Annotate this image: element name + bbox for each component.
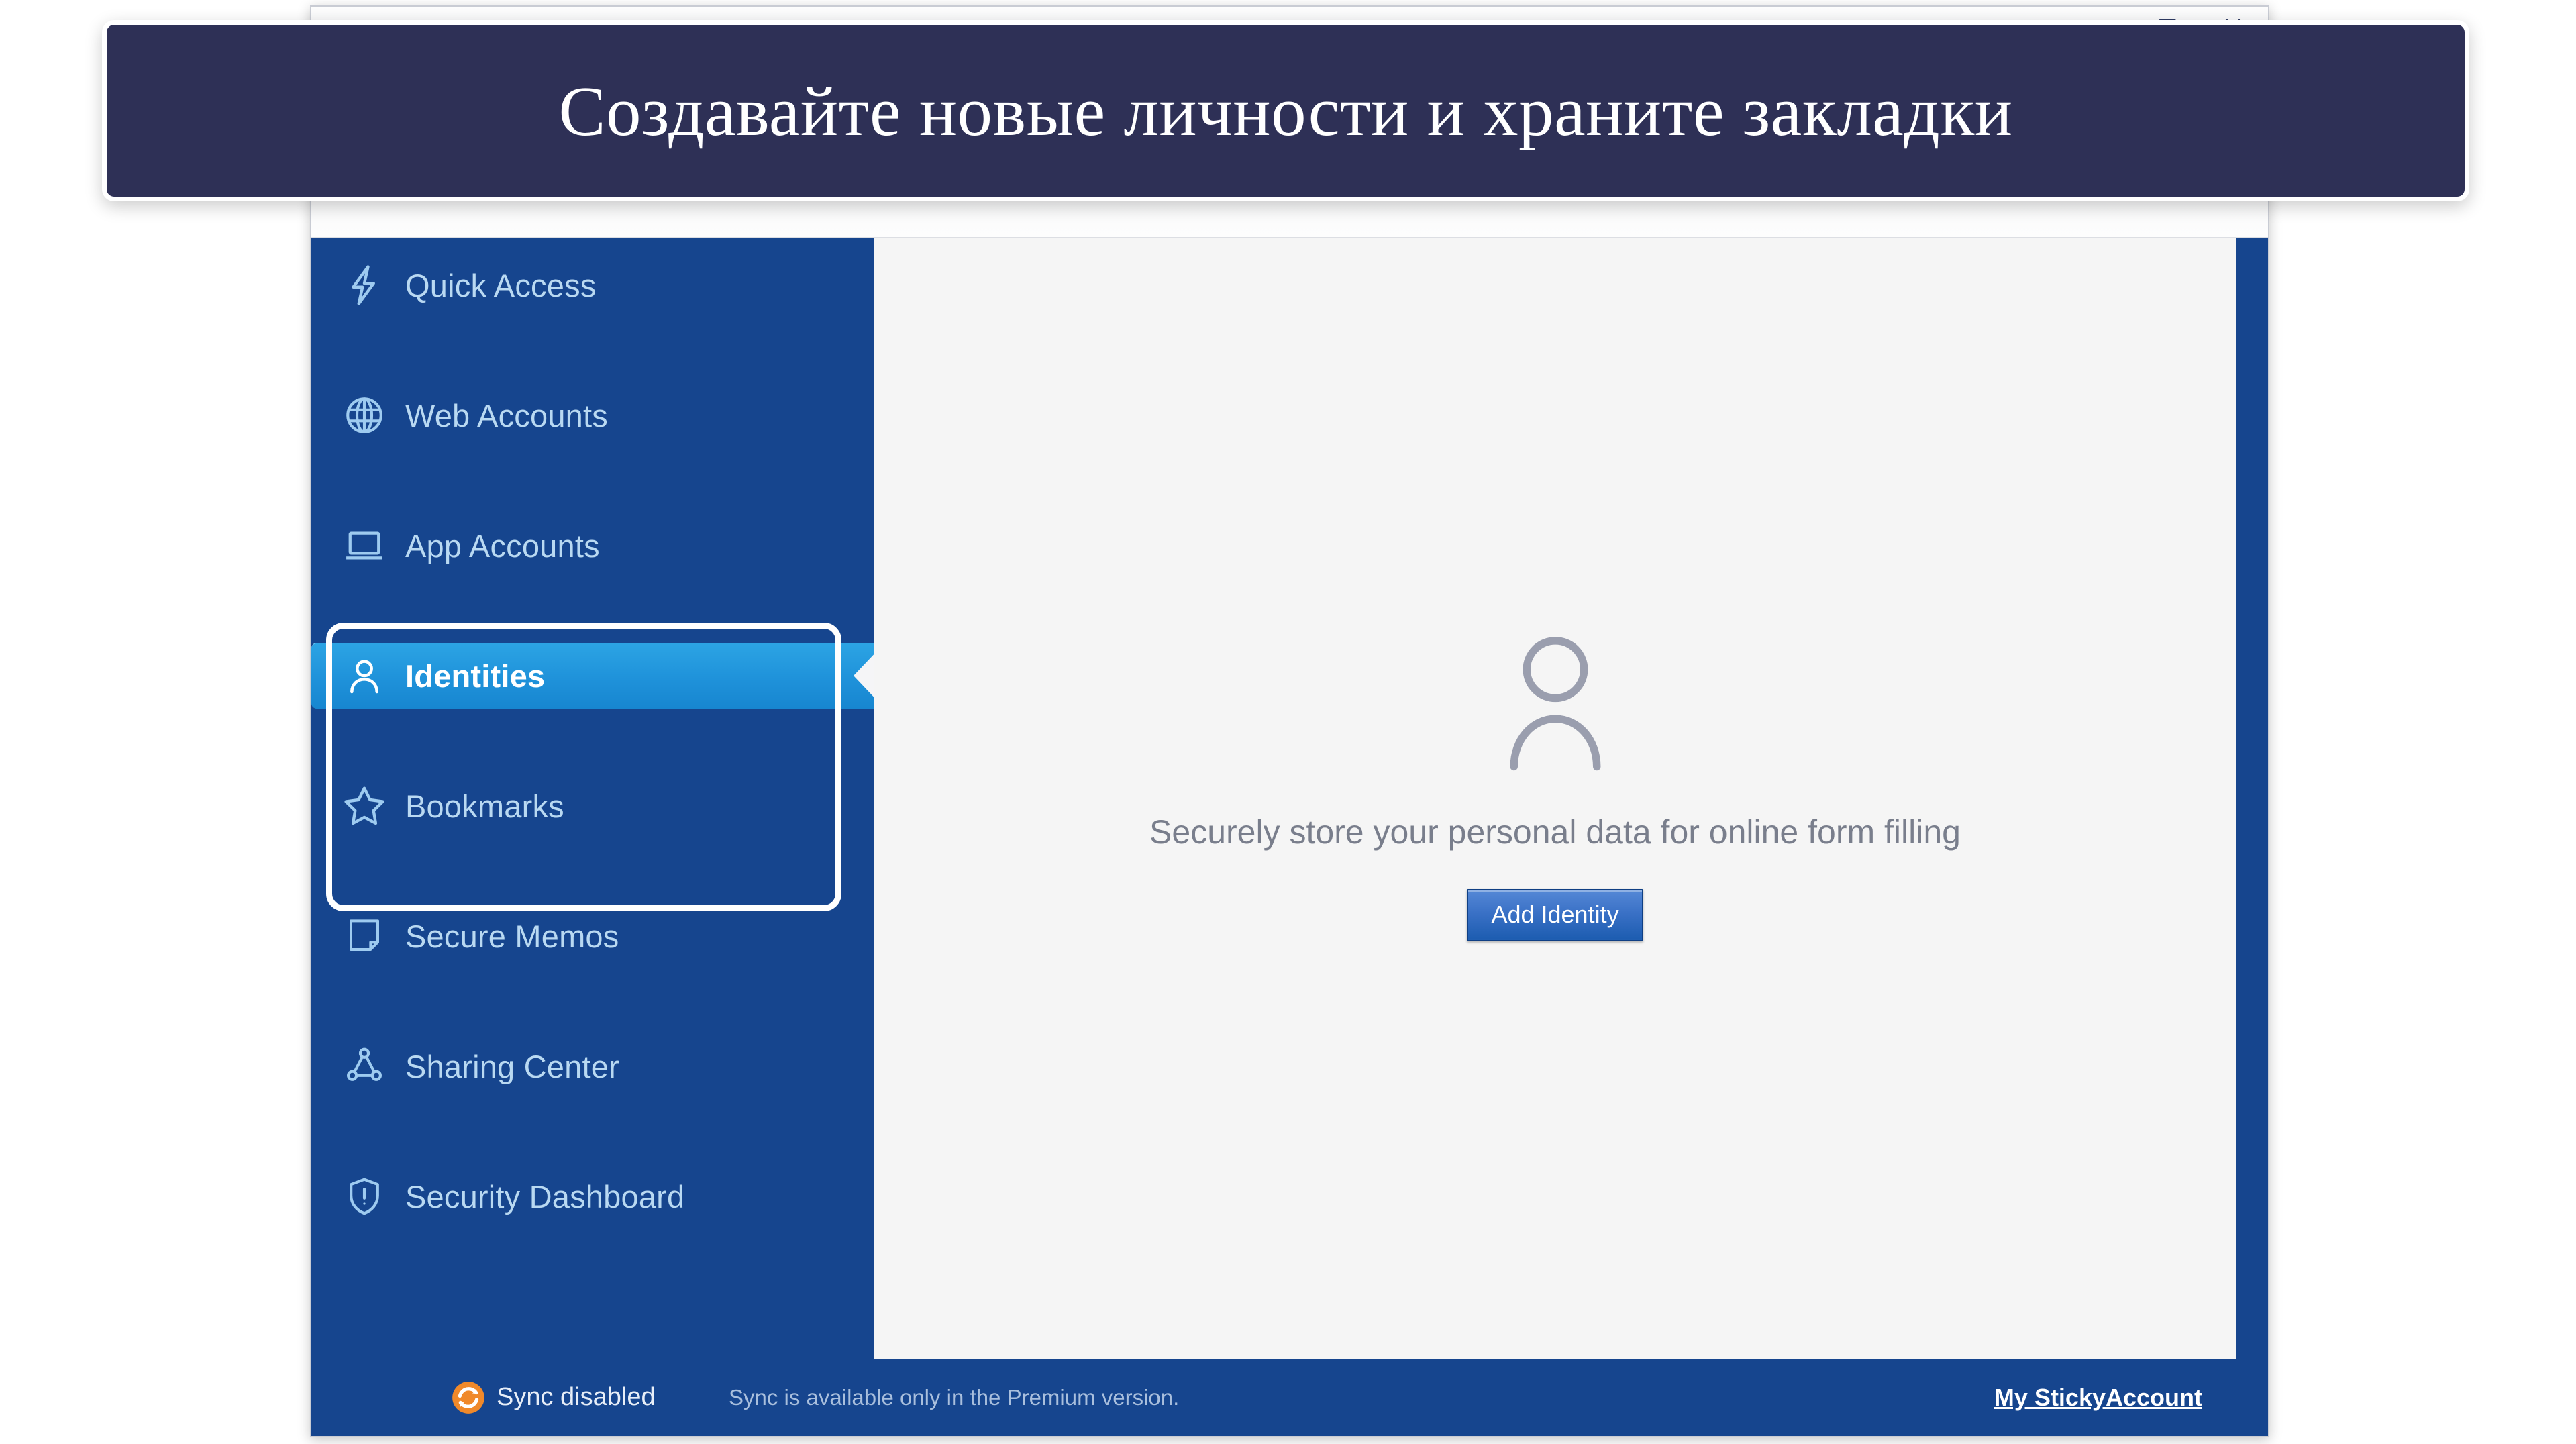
sync-status-label: Sync disabled [497,1383,656,1411]
sidebar-item-label: Web Accounts [405,397,608,433]
sidebar-item-sharing-center[interactable]: Sharing Center [311,1033,874,1099]
sidebar-item-label: Security Dashboard [405,1178,685,1215]
sidebar-nav-list: Quick Access Web Accounts App Accounts I… [311,252,878,1294]
shield-alert-icon [340,1172,389,1221]
my-sticky-account-link[interactable]: My StickyAccount [1994,1384,2202,1412]
sidebar-item-label: Quick Access [405,267,597,303]
sidebar-item-security-dashboard[interactable]: Security Dashboard [311,1164,874,1229]
add-identity-button[interactable]: Add Identity [1467,888,1643,941]
star-icon [340,781,389,831]
laptop-icon [340,521,389,570]
sync-disabled-icon [452,1381,484,1414]
sidebar-item-quick-access[interactable]: Quick Access [311,252,874,318]
promo-banner-text: Создавайте новые личности и храните закл… [558,71,2013,150]
sidebar-item-secure-memos[interactable]: Secure Memos [311,903,874,969]
sync-status[interactable]: Sync disabled [451,1380,656,1415]
sticky-password-window: Quick Access Web Accounts App Accounts I… [310,5,2269,1437]
sidebar-item-bookmarks[interactable]: Bookmarks [311,773,874,839]
sidebar: Quick Access Web Accounts App Accounts I… [311,238,878,1436]
globe-icon [340,391,389,440]
sidebar-item-label: Sharing Center [405,1048,619,1084]
premium-note: Sync is available only in the Premium ve… [729,1384,1180,1410]
sidebar-item-label: App Accounts [405,527,600,564]
promo-banner: Создавайте новые личности и храните закл… [102,20,2469,201]
sidebar-item-label: Secure Memos [405,918,619,954]
share-nodes-icon [340,1041,389,1091]
identities-empty-state: Securely store your personal data for on… [874,630,2236,941]
person-icon [340,651,389,701]
content-panel: Securely store your personal data for on… [874,238,2236,1359]
app-body: Quick Access Web Accounts App Accounts I… [311,238,2268,1436]
empty-state-message: Securely store your personal data for on… [1149,813,1961,851]
note-icon [340,911,389,961]
screenshot-root: Quick Access Web Accounts App Accounts I… [0,0,2576,1444]
sidebar-item-label: Identities [405,658,546,694]
footer-bar: Sync disabled Sync is available only in … [311,1359,2268,1436]
sidebar-item-identities[interactable]: Identities [311,643,878,709]
lightning-bolt-icon [340,260,389,310]
person-outline-icon [1510,636,1600,770]
sidebar-item-app-accounts[interactable]: App Accounts [311,513,874,578]
sidebar-item-web-accounts[interactable]: Web Accounts [311,382,874,448]
sidebar-item-label: Bookmarks [405,788,564,824]
